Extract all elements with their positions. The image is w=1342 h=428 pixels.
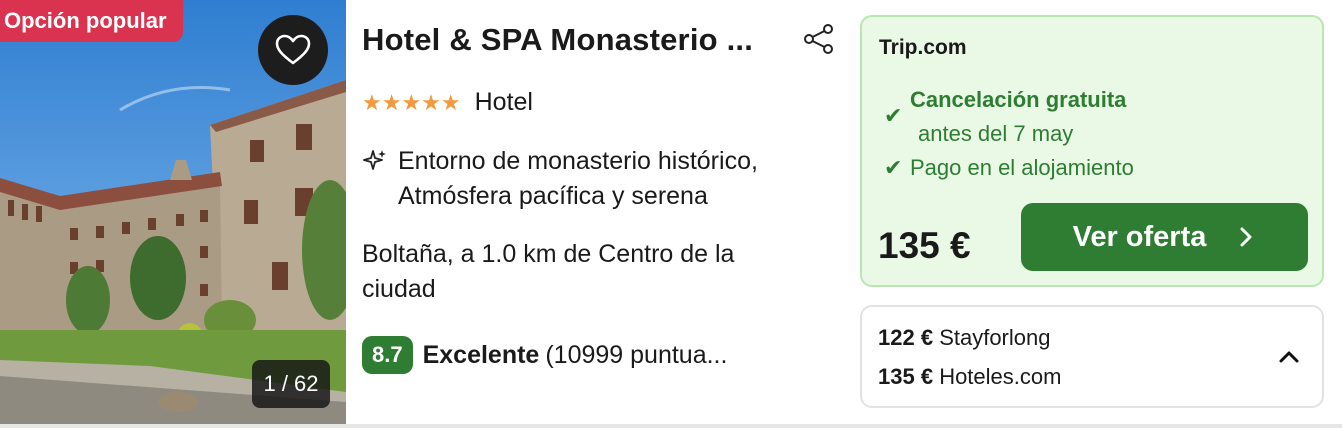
highlight-text: Entorno de monasterio histórico, Atmósfe… [398, 144, 838, 214]
hotel-photo[interactable]: Opción popular 1 / 62 [0, 0, 346, 424]
property-type: Hotel [474, 88, 533, 116]
share-icon[interactable] [802, 22, 836, 56]
free-cancellation: ✔ Cancelación gratuita antes del 7 may [884, 85, 1126, 149]
hotel-title[interactable]: Hotel & SPA Monasterio ... [362, 22, 753, 58]
favorite-button[interactable] [258, 15, 328, 85]
guest-rating[interactable]: 8.7 Excelente (10999 puntua... [362, 336, 727, 374]
rating-label: Excelente [422, 340, 540, 369]
highlight-line-1: Entorno de monasterio histórico, [398, 147, 758, 175]
alt-offer-1[interactable]: 122 € Stayforlong [878, 325, 1050, 351]
popular-badge: Opción popular [0, 0, 183, 42]
hotel-result-card[interactable]: Opción popular 1 / 62 Hotel & SPA Monast… [0, 0, 1342, 428]
review-count: (10999 puntua... [545, 340, 728, 369]
heart-icon [275, 34, 311, 65]
highlight: Entorno de monasterio histórico, Atmósfe… [362, 144, 838, 214]
score-badge: 8.7 [362, 336, 413, 374]
offer-price: 135 € [878, 225, 971, 266]
other-offers[interactable]: 122 € Stayforlong 135 € Hoteles.com [860, 305, 1324, 408]
rating-stars-row: ★★★★★ Hotel [362, 88, 533, 117]
payment-text: Pago en el alojamiento [910, 155, 1134, 180]
offer-provider: Trip.com [879, 36, 967, 59]
hotel-info: Hotel & SPA Monasterio ... ★★★★★ Hotel E… [362, 0, 842, 424]
star-rating: ★★★★★ [362, 89, 461, 115]
view-offer-label: Ver oferta [1072, 220, 1207, 253]
alt-offer-2[interactable]: 135 € Hoteles.com [878, 364, 1061, 390]
cancellation-deadline: antes del 7 may [918, 121, 1074, 146]
chevron-right-icon [1240, 227, 1252, 247]
chevron-up-icon[interactable] [1277, 345, 1301, 369]
card-divider [0, 424, 1342, 428]
alt-offer-price: 135 € [878, 364, 934, 389]
alt-offer-provider: Stayforlong [939, 325, 1051, 350]
highlight-line-2: Atmósfera pacífica y serena [398, 182, 708, 210]
location-text: Boltaña, a 1.0 km de Centro de la ciudad [362, 240, 735, 303]
featured-offer[interactable]: Trip.com ✔ Cancelación gratuita antes de… [860, 15, 1324, 287]
cancellation-title: Cancelación gratuita [910, 87, 1127, 112]
view-offer-button[interactable]: Ver oferta [1021, 203, 1308, 271]
check-icon: ✔ [884, 103, 903, 128]
pay-at-property: ✔ Pago en el alojamiento [884, 155, 1134, 181]
alt-offer-price: 122 € [878, 325, 934, 350]
sparkle-icon [363, 150, 386, 170]
alt-offer-provider: Hoteles.com [939, 364, 1062, 389]
photo-counter: 1 / 62 [252, 360, 330, 408]
check-icon: ✔ [884, 155, 903, 180]
